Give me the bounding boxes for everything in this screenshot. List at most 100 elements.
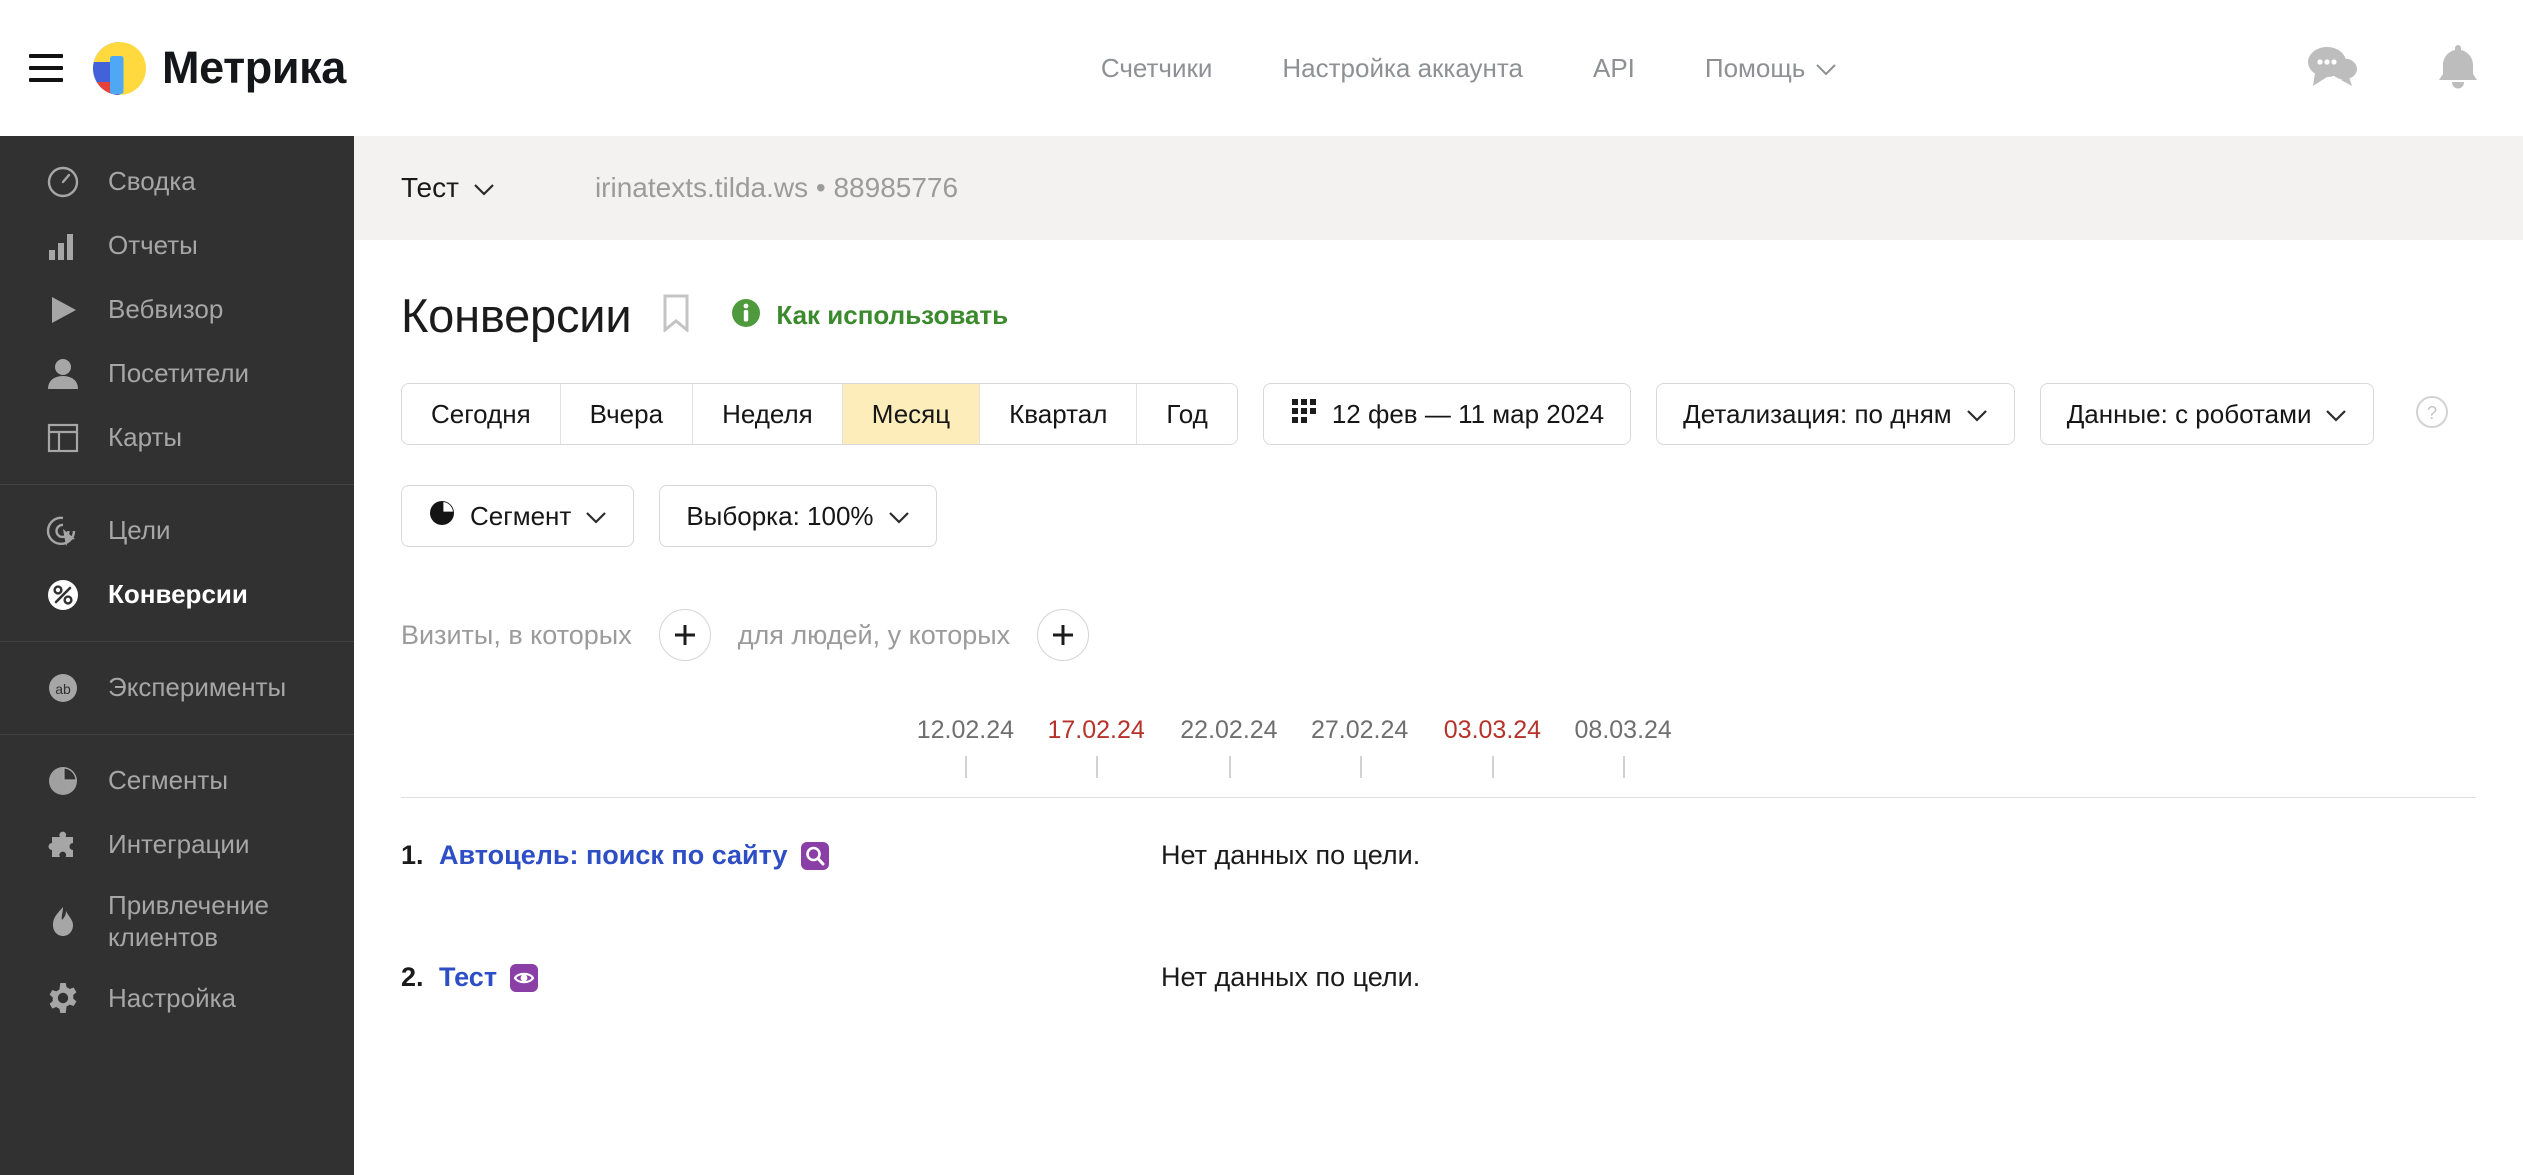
data-source-dropdown[interactable]: Данные: с роботами [2039, 383, 2375, 445]
page-title-row: Конверсии Как использовать [401, 288, 2476, 343]
sidebar-item-goals[interactable]: Цели [0, 499, 354, 563]
goal-cell: 2. Тест [401, 962, 1161, 993]
detail-level-dropdown[interactable]: Детализация: по дням [1656, 383, 2015, 445]
sidebar-item-customer-acquisition[interactable]: Привлечение клиентов [0, 877, 354, 966]
sidebar-item-reports[interactable]: Отчеты [0, 214, 354, 278]
chat-icon[interactable] [2305, 44, 2359, 93]
chevron-down-icon [888, 501, 910, 532]
app-root: Метрика Счетчики Настройка аккаунта API … [0, 0, 2523, 1175]
sidebar-item-label: Отчеты [108, 230, 198, 261]
brand-logo[interactable]: Метрика [93, 41, 346, 95]
chevron-down-icon [2325, 399, 2347, 430]
breadcrumb-counter-selector[interactable]: Тест [401, 172, 495, 204]
question-circle-icon[interactable]: ? [2415, 395, 2449, 434]
period-tab-today[interactable]: Сегодня [402, 384, 561, 444]
sidebar-item-conversions[interactable]: Конверсии [0, 563, 354, 627]
add-people-filter-button[interactable] [1037, 609, 1090, 661]
puzzle-icon [44, 826, 82, 864]
sampling-label: Выборка: 100% [686, 500, 874, 531]
sidebar-group-main: Сводка Отчеты Вебвизор Посетители Карты [0, 136, 354, 484]
sidebar-item-label: Сводка [108, 166, 196, 197]
hamburger-icon[interactable] [22, 44, 70, 92]
axis-tick-label: 12.02.24 [916, 716, 1015, 744]
goal-link[interactable]: Автоцель: поиск по сайту [439, 840, 788, 871]
goal-cell: 1. Автоцель: поиск по сайту [401, 840, 1161, 871]
chart-time-axis: 12.02.24 17.02.24 22.02.24 27.02.24 03.0… [401, 716, 2476, 798]
sidebar-item-visitors[interactable]: Посетители [0, 342, 354, 406]
target-cursor-icon [44, 512, 82, 550]
brand-title: Метрика [162, 42, 346, 93]
sidebar-item-label: Интеграции [108, 829, 250, 860]
person-icon [44, 355, 82, 393]
controls-row-primary: Сегодня Вчера Неделя Месяц Квартал Год 1… [401, 383, 2476, 445]
period-tab-month[interactable]: Месяц [842, 384, 981, 444]
sidebar-item-webvisor[interactable]: Вебвизор [0, 278, 354, 342]
axis-tick-label: 22.02.24 [1180, 716, 1278, 744]
period-tab-quarter[interactable]: Квартал [980, 384, 1138, 444]
period-tab-yesterday[interactable]: Вчера [560, 384, 694, 444]
breadcrumb-counter-name: Тест [401, 172, 459, 203]
layout-map-icon [44, 419, 82, 457]
goal-link[interactable]: Тест [439, 962, 497, 993]
eye-badge-icon [509, 963, 539, 993]
goal-index: 2. [401, 962, 424, 992]
how-to-use-label: Как использовать [776, 300, 1009, 330]
sampling-dropdown[interactable]: Выборка: 100% [659, 485, 937, 547]
topnav-item-api[interactable]: API [1558, 53, 1670, 84]
pie-chart-icon [428, 499, 456, 534]
chevron-down-icon [1966, 399, 1988, 430]
topnav-item-account-settings[interactable]: Настройка аккаунта [1247, 53, 1558, 84]
how-to-use-link[interactable]: Как использовать [730, 297, 1008, 334]
pie-chart-icon [44, 762, 82, 800]
date-range-picker[interactable]: 12 фев — 11 мар 2024 [1262, 383, 1632, 445]
sidebar-item-experiments[interactable]: ab Эксперименты [0, 656, 354, 720]
date-range-label: 12 фев — 11 мар 2024 [1331, 398, 1605, 429]
topnav-item-counters[interactable]: Счетчики [1066, 53, 1248, 84]
page-title: Конверсии [401, 289, 632, 342]
main-content: Тест irinatexts.tilda.ws • 88985776 Конв… [354, 136, 2523, 1175]
bell-icon[interactable] [2437, 42, 2479, 95]
filter-builder: Визиты, в которых для людей, у которых [401, 609, 2476, 661]
goal-empty-message: Нет данных по цели. [1161, 962, 1421, 992]
axis-tick-label: 17.02.24 [1047, 716, 1145, 744]
percent-circle-icon [44, 576, 82, 614]
sidebar-item-label: Вебвизор [108, 294, 224, 325]
sidebar-group-tools: Сегменты Интеграции Привлечение клиентов [0, 735, 354, 1044]
table-row: 1. Автоцель: поиск по сайту Нет данных п… [401, 798, 2476, 920]
axis-tick-label: 08.03.24 [1574, 716, 1672, 744]
bookmark-icon[interactable] [661, 294, 691, 337]
sidebar-item-segments[interactable]: Сегменты [0, 749, 354, 813]
sidebar-item-integrations[interactable]: Интеграции [0, 813, 354, 877]
add-visit-filter-button[interactable] [658, 609, 711, 661]
bar-chart-icon [44, 227, 82, 265]
sidebar-item-label: Эксперименты [108, 672, 287, 703]
segment-label: Сегмент [470, 500, 572, 531]
sidebar-item-summary[interactable]: Сводка [0, 150, 354, 214]
sidebar-group-experiments: ab Эксперименты [0, 642, 354, 734]
metrika-logo-icon [93, 41, 146, 95]
calendar-grid-icon [1290, 397, 1318, 432]
sidebar-item-label: Настройка [108, 982, 236, 1013]
top-navigation: Счетчики Настройка аккаунта API Помощь [1066, 53, 1871, 84]
play-icon [44, 291, 82, 329]
sidebar: Сводка Отчеты Вебвизор Посетители Карты … [0, 136, 354, 1175]
axis-tick-label: 03.03.24 [1443, 716, 1542, 744]
table-row: 2. Тест Нет данных по цели. [401, 920, 2476, 1042]
flame-icon [44, 903, 82, 941]
topnav-label: Настройка аккаунта [1282, 52, 1523, 83]
period-tabs: Сегодня Вчера Неделя Месяц Квартал Год [401, 383, 1238, 445]
breadcrumb-site-id[interactable]: irinatexts.tilda.ws • 88985776 [595, 172, 958, 204]
sidebar-item-label: Конверсии [108, 579, 248, 610]
sidebar-item-settings[interactable]: Настройка [0, 966, 354, 1030]
segment-dropdown[interactable]: Сегмент [401, 485, 635, 547]
topnav-label: Счетчики [1100, 52, 1213, 83]
period-tab-year[interactable]: Год [1137, 384, 1237, 444]
plus-icon [674, 625, 695, 645]
sidebar-item-maps[interactable]: Карты [0, 406, 354, 470]
goal-empty-message: Нет данных по цели. [1161, 840, 1421, 870]
topnav-item-help[interactable]: Помощь [1670, 53, 1871, 84]
plus-icon [1053, 625, 1074, 645]
sidebar-item-label: Посетители [108, 358, 250, 389]
page-body: Конверсии Как использовать Сегодня Вчера… [354, 288, 2523, 1042]
period-tab-week[interactable]: Неделя [693, 384, 843, 444]
